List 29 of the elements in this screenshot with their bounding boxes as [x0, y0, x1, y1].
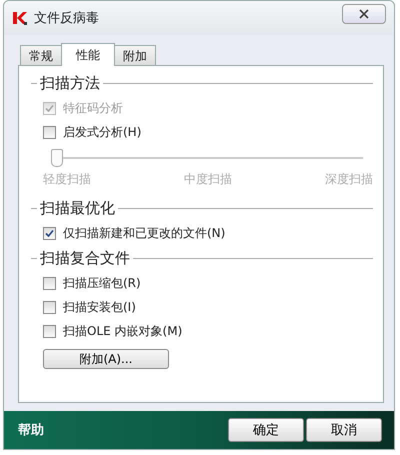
additional-button[interactable]: 附加(A)... [43, 349, 169, 369]
section-title: 扫描复合文件 [40, 249, 130, 268]
slider-label: 中度扫描 [184, 171, 232, 188]
tab[interactable]: 常规 [20, 45, 62, 65]
tab[interactable]: 性能 [61, 43, 115, 66]
check-icon [45, 104, 54, 112]
help-link[interactable]: 帮助 [18, 421, 44, 439]
close-button[interactable] [342, 4, 386, 24]
checkbox[interactable] [43, 276, 56, 290]
checkbox-option[interactable]: 扫描安装包(I) [31, 298, 373, 316]
close-icon [359, 9, 369, 19]
checkbox-option[interactable]: 仅扫描新建和已更改的文件(N) [31, 224, 373, 242]
checkbox[interactable] [43, 300, 56, 314]
slider-label: 深度扫描 [325, 171, 373, 188]
k-logo-icon [12, 10, 28, 26]
slider-label: 轻度扫描 [43, 171, 91, 188]
dialog-button[interactable]: 取消 [306, 418, 382, 442]
window-title: 文件反病毒 [34, 10, 100, 27]
section-title: 扫描最优化 [40, 199, 115, 218]
checkbox[interactable] [43, 226, 56, 240]
check-icon [45, 228, 54, 238]
dialog-button[interactable]: 确定 [228, 418, 304, 442]
section-title: 扫描方法 [40, 74, 100, 93]
checkbox-option[interactable]: 扫描OLE 内嵌对象(M) [31, 322, 373, 340]
checkbox[interactable] [43, 126, 56, 138]
tab[interactable]: 附加 [114, 45, 156, 65]
checkbox[interactable] [43, 324, 56, 338]
checkbox-option[interactable]: 启发式分析(H) [31, 123, 373, 141]
checkbox-option[interactable]: 扫描压缩包(R) [31, 274, 373, 292]
